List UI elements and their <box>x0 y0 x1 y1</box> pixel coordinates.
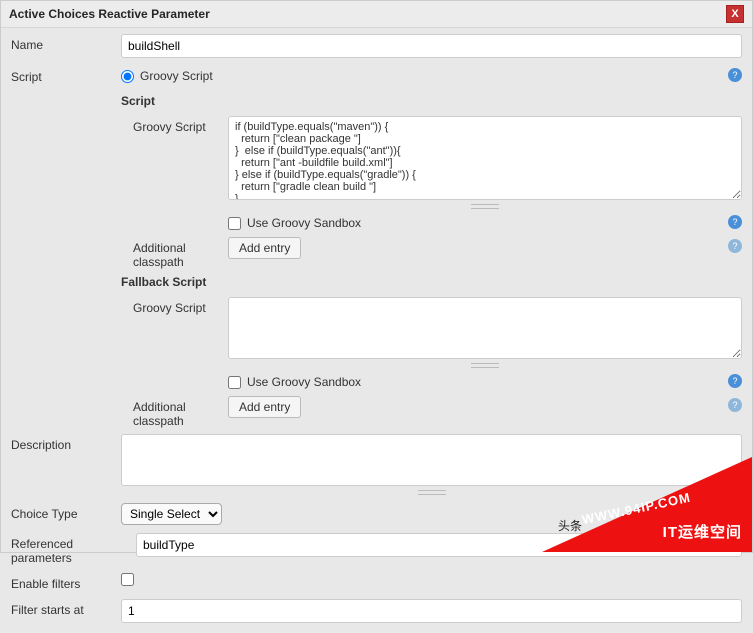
fallback-sandbox-label: Use Groovy Sandbox <box>247 375 361 389</box>
groovy-script-textarea[interactable]: if (buildType.equals("maven")) { return … <box>228 116 742 200</box>
help-icon[interactable]: ? <box>728 68 742 82</box>
drag-handle-icon[interactable] <box>471 363 499 368</box>
filter-starts-at-label: Filter starts at <box>11 599 121 617</box>
fallback-groovy-textarea[interactable] <box>228 297 742 359</box>
groovy-script-label: Groovy Script <box>133 116 228 134</box>
description-label: Description <box>11 434 121 452</box>
enable-filters-checkbox[interactable] <box>121 573 134 586</box>
groovy-script-radio[interactable] <box>121 70 134 83</box>
groovy-script-radio-label: Groovy Script <box>140 69 213 83</box>
groovy-script-radio-row[interactable]: Groovy Script <box>121 66 213 86</box>
fallback-classpath-label: Additional classpath <box>133 396 228 428</box>
name-input[interactable] <box>121 34 742 58</box>
enable-filters-label: Enable filters <box>11 573 121 591</box>
add-entry-button[interactable]: Add entry <box>228 237 301 259</box>
enable-filters-row: Enable filters <box>11 573 742 591</box>
referenced-parameters-input[interactable] <box>136 533 742 557</box>
filter-starts-at-row: Filter starts at <box>11 599 742 623</box>
script-row: Script Groovy Script ? <box>11 66 742 86</box>
sandbox-label: Use Groovy Sandbox <box>247 216 361 230</box>
drag-handle-icon[interactable] <box>418 490 446 495</box>
description-row: Description <box>11 434 742 495</box>
fallback-sandbox-checkbox[interactable] <box>228 376 241 389</box>
close-button[interactable]: X <box>726 5 744 23</box>
referenced-parameters-row: Referenced parameters <box>11 533 742 565</box>
sandbox-checkbox-row[interactable]: Use Groovy Sandbox <box>228 213 724 233</box>
script-label: Script <box>11 66 121 84</box>
fallback-section-title: Fallback Script <box>121 275 742 289</box>
fallback-groovy-label: Groovy Script <box>133 297 228 315</box>
fallback-sandbox-checkbox-row[interactable]: Use Groovy Sandbox <box>228 372 724 392</box>
choice-type-select[interactable]: Single Select <box>121 503 222 525</box>
additional-classpath-label: Additional classpath <box>133 237 228 269</box>
referenced-parameters-label: Referenced parameters <box>11 533 136 565</box>
panel-title: Active Choices Reactive Parameter <box>9 7 210 21</box>
name-row: Name <box>11 34 742 58</box>
main-script-block: Script Groovy Script if (buildType.equal… <box>11 88 742 434</box>
help-icon[interactable]: ? <box>728 239 742 253</box>
name-label: Name <box>11 34 121 52</box>
drag-handle-icon[interactable] <box>471 204 499 209</box>
help-icon[interactable]: ? <box>728 398 742 412</box>
fallback-add-entry-button[interactable]: Add entry <box>228 396 301 418</box>
script-section-title: Script <box>121 94 742 108</box>
watermark-brand: IT运维空间 <box>663 521 742 542</box>
filter-starts-at-input[interactable] <box>121 599 742 623</box>
parameter-panel: Active Choices Reactive Parameter X Name… <box>0 0 753 553</box>
choice-type-label: Choice Type <box>11 503 121 521</box>
sandbox-checkbox[interactable] <box>228 217 241 230</box>
panel-header: Active Choices Reactive Parameter X <box>1 1 752 28</box>
panel-content: Name Script Groovy Script ? Script <box>1 28 752 633</box>
help-icon[interactable]: ? <box>728 215 742 229</box>
description-textarea[interactable] <box>121 434 742 486</box>
help-icon[interactable]: ? <box>728 374 742 388</box>
